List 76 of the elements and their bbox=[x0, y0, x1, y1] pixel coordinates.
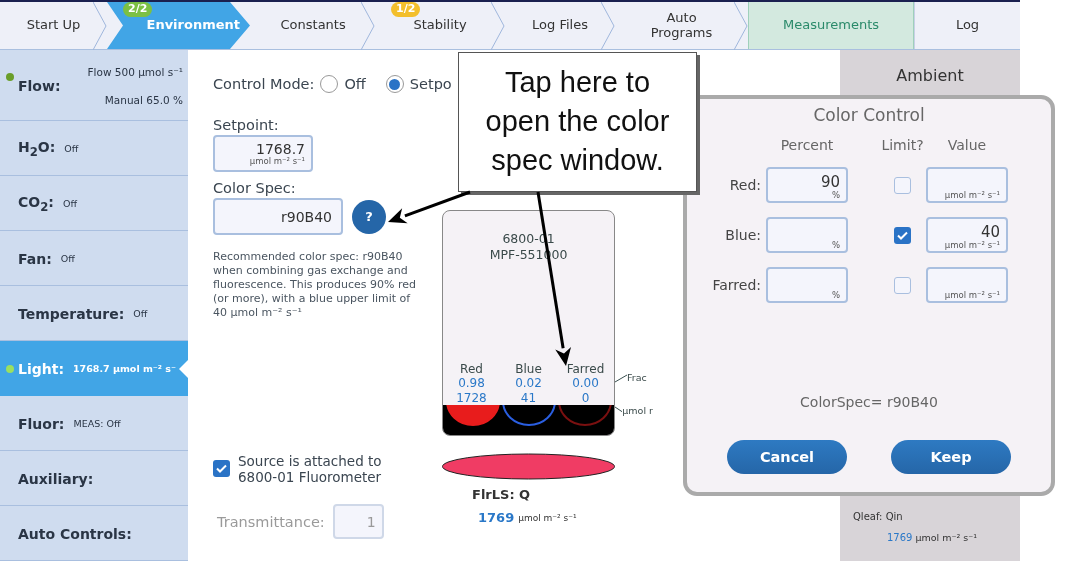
tab[interactable]: Log Files bbox=[505, 2, 615, 49]
radio-label: Off bbox=[344, 76, 366, 92]
fraction-value: 0.00 bbox=[571, 376, 600, 391]
source-text: Qleaf: Qin bbox=[853, 511, 903, 522]
radio-button[interactable] bbox=[385, 75, 404, 93]
row-label: µmol r bbox=[622, 405, 653, 416]
setpoint-label: Setpoint: bbox=[213, 117, 280, 133]
panel-title: Ambient bbox=[896, 66, 964, 85]
sidebar-item[interactable]: CO$_{2}$: Off bbox=[0, 176, 188, 231]
value-field[interactable]: µmol m⁻² s⁻¹ bbox=[926, 267, 1008, 303]
limit-checkbox[interactable] bbox=[894, 226, 911, 244]
keep-button[interactable]: Keep bbox=[891, 440, 1011, 474]
step-badge: 1/2 bbox=[391, 2, 421, 17]
radio-button[interactable] bbox=[320, 75, 339, 93]
checkmark-icon bbox=[897, 230, 908, 240]
chevron-divider bbox=[361, 2, 375, 50]
sidebar-item[interactable]: Auto Controls: bbox=[0, 506, 188, 561]
help-button[interactable]: ? bbox=[352, 199, 386, 234]
column-header: Percent bbox=[779, 137, 835, 153]
channel-name: Farred bbox=[565, 361, 606, 376]
control-mode-label: Control Mode: bbox=[213, 76, 315, 92]
limit-checkbox[interactable] bbox=[894, 276, 911, 294]
column-header: Value bbox=[946, 137, 988, 153]
sidebar-item[interactable]: H$_{2}$O: Off bbox=[0, 121, 188, 176]
reading-value: 1769 bbox=[478, 510, 515, 525]
row-label: Frac bbox=[627, 372, 647, 383]
value-field[interactable]: µmol m⁻² s⁻¹ bbox=[926, 167, 1008, 203]
tab[interactable]: Auto Programs bbox=[615, 2, 748, 49]
leader-line bbox=[615, 372, 627, 383]
sidebar-item[interactable]: Flow 500 µmol s⁻¹ Flow: Manual 65.0 % bbox=[0, 50, 188, 121]
transmittance-label: Transmittance: bbox=[217, 513, 325, 530]
chevron-divider bbox=[734, 2, 748, 50]
color-label: Red: bbox=[728, 177, 762, 193]
callout: Tap here to open the color spec window. bbox=[458, 52, 697, 192]
source-label: FlrLS: Q bbox=[472, 487, 531, 502]
chevron-divider bbox=[93, 2, 107, 50]
fraction-value: 0.98 bbox=[457, 376, 486, 391]
sidebar-item[interactable]: Fluor: MEAS: Off bbox=[0, 396, 188, 451]
color-label: Blue: bbox=[724, 227, 762, 243]
limit-checkbox[interactable] bbox=[894, 176, 911, 194]
unit-text: µmol m⁻² s⁻¹ bbox=[518, 512, 577, 523]
tab[interactable]: 1/2 Stability bbox=[375, 2, 505, 49]
tab[interactable]: Log bbox=[914, 2, 1020, 49]
percent-field[interactable]: 90 % bbox=[766, 167, 848, 203]
value-field[interactable]: 40 µmol m⁻² s⁻¹ bbox=[926, 217, 1008, 253]
color-spec-label: Color Spec: bbox=[213, 180, 297, 196]
color-spec-summary: ColorSpec= r90B40 bbox=[800, 394, 938, 410]
sidebar-item[interactable]: Auxiliary: bbox=[0, 451, 188, 506]
reading-value: 1769 bbox=[887, 532, 913, 543]
fraction-value: 0.02 bbox=[514, 376, 543, 391]
channel-name: Blue bbox=[514, 361, 543, 376]
step-badge: 2/2 bbox=[123, 2, 153, 17]
recommendation-text: Recommended color spec: r90B40 when combining gas exchange and fluorescence. This produces 90% red (or more), with a blue upper limit of 40 µmol m⁻² s⁻¹ bbox=[213, 250, 417, 320]
tab[interactable]: Start Up bbox=[0, 2, 107, 49]
percent-field[interactable]: % bbox=[766, 217, 848, 253]
flux-value: 41 bbox=[519, 390, 538, 405]
setpoint-field[interactable]: 1768.7 µmol m⁻² s⁻¹ bbox=[213, 135, 313, 172]
sidebar-item[interactable]: Temperature: Off bbox=[0, 286, 188, 341]
flux-value: 0 bbox=[580, 390, 591, 405]
channel-name: Red bbox=[459, 361, 484, 376]
checkmark-icon bbox=[216, 464, 227, 473]
checkbox[interactable] bbox=[213, 460, 230, 477]
sidebar-item[interactable]: Fan: Off bbox=[0, 231, 188, 286]
unit-text: µmol m⁻² s⁻¹ bbox=[915, 532, 978, 543]
color-label: Farred: bbox=[711, 277, 762, 293]
chevron-divider bbox=[491, 2, 505, 50]
column-header: Limit? bbox=[880, 137, 925, 153]
tab[interactable]: Constants bbox=[250, 2, 375, 49]
percent-field[interactable]: % bbox=[766, 267, 848, 303]
flux-value: 1728 bbox=[455, 390, 488, 405]
chevron-divider bbox=[601, 2, 615, 50]
checkbox-label: Source is attached to 6800-01 Fluorometer bbox=[238, 453, 383, 485]
cancel-button[interactable]: Cancel bbox=[727, 440, 847, 474]
dialog-title: Color Control bbox=[813, 105, 925, 125]
radio-label: Setpo bbox=[409, 76, 452, 92]
color-spec-field[interactable]: r90B40 bbox=[213, 198, 343, 235]
